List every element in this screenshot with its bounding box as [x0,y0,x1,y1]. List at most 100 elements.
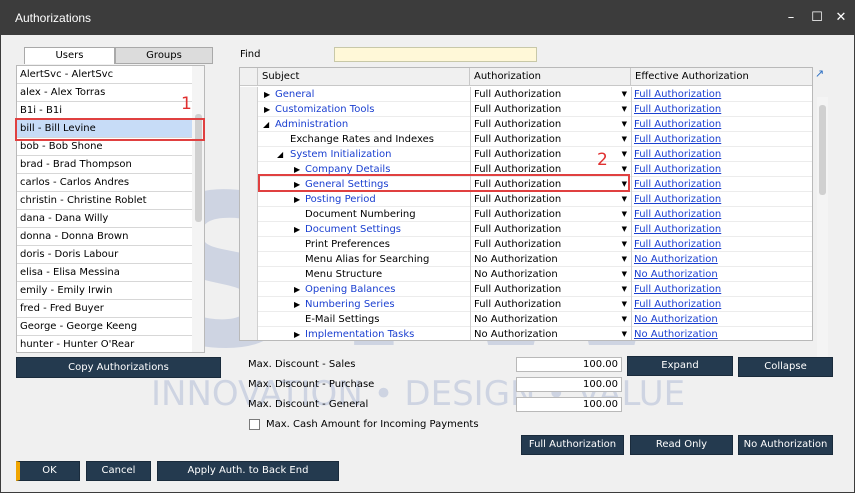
table-row[interactable]: Menu Structure No Authorization ▼ No Auth… [240,267,812,282]
effective-authorization-link[interactable]: Full Authorization [631,282,811,297]
effective-authorization-link[interactable]: Full Authorization [631,117,811,132]
max-cash-checkbox[interactable] [249,419,260,430]
authorization-grid: Subject Authorization Effective Authoriz… [239,67,813,341]
authorization-dropdown[interactable]: Full Authorization ▼ [470,222,630,237]
list-item[interactable]: doris - Doris Labour [17,246,204,264]
table-row[interactable]: Print Preferences Full Authorization ▼ Fu… [240,237,812,252]
dropdown-arrow-icon: ▼ [621,120,627,128]
list-item[interactable]: George - George Keeng [17,318,204,336]
list-item[interactable]: brad - Brad Thompson [17,156,204,174]
no-authorization-button[interactable]: No Authorization [738,435,833,455]
find-input[interactable] [334,47,537,62]
ok-button[interactable]: OK [16,461,80,481]
effective-authorization-link[interactable]: Full Authorization [631,207,811,222]
effective-authorization-link[interactable]: No Authorization [631,252,811,267]
effective-authorization-link[interactable]: No Authorization [631,327,811,340]
title-bar: Authorizations – ☐ ✕ [1,1,854,35]
authorization-dropdown[interactable]: Full Authorization ▼ [470,87,630,102]
table-row[interactable]: ◢ System Initialization Full Authorizati… [240,147,812,162]
maximize-icon[interactable]: ☐ [808,9,826,27]
table-row[interactable]: ▶ General Full Authorization ▼ Full Autho… [240,87,812,102]
list-item[interactable]: emily - Emily Irwin [17,282,204,300]
list-item[interactable]: donna - Donna Brown [17,228,204,246]
max-discount-purchase-field[interactable]: 100.00 [516,377,622,392]
collapse-arrow-icon[interactable]: ◢ [277,147,283,162]
apply-auth-back-end-button[interactable]: Apply Auth. to Back End [157,461,339,481]
cancel-button[interactable]: Cancel [86,461,151,481]
list-item[interactable]: elisa - Elisa Messina [17,264,204,282]
dropdown-arrow-icon: ▼ [621,195,627,203]
max-discount-general-label: Max. Discount - General [248,399,369,410]
table-row[interactable]: ▶ Posting Period Full Authorization ▼ Ful… [240,192,812,207]
authorization-dropdown[interactable]: No Authorization ▼ [470,312,630,327]
effective-authorization-link[interactable]: Full Authorization [631,222,811,237]
column-header-authorization[interactable]: Authorization [470,68,631,86]
expand-arrow-icon[interactable]: ▶ [294,222,300,237]
expand-arrow-icon[interactable]: ▶ [294,192,300,207]
column-header-subject[interactable]: Subject [258,68,470,86]
expand-arrow-icon[interactable]: ▶ [294,297,300,312]
authorization-dropdown[interactable]: Full Authorization ▼ [470,192,630,207]
authorization-dropdown[interactable]: Full Authorization ▼ [470,282,630,297]
authorization-dropdown[interactable]: No Authorization ▼ [470,327,630,340]
grid-corner [240,68,258,86]
table-row[interactable]: ▶ Opening Balances Full Authorization ▼ F… [240,282,812,297]
table-row[interactable]: Document Numbering Full Authorization ▼ F… [240,207,812,222]
authorization-dropdown[interactable]: Full Authorization ▼ [470,102,630,117]
grid-scrollbar[interactable] [817,97,828,369]
list-item[interactable]: hunter - Hunter O'Rear [17,336,204,352]
effective-authorization-link[interactable]: Full Authorization [631,192,811,207]
scrollbar-thumb[interactable] [819,105,826,195]
table-row[interactable]: ▶ Customization Tools Full Authorization… [240,102,812,117]
effective-authorization-link[interactable]: Full Authorization [631,177,811,192]
read-only-button[interactable]: Read Only [630,435,733,455]
authorization-dropdown[interactable]: Full Authorization ▼ [470,237,630,252]
table-row[interactable]: ◢ Administration Full Authorization ▼ Ful… [240,117,812,132]
close-icon[interactable]: ✕ [832,9,850,27]
table-row[interactable]: ▶ Implementation Tasks No Authorization ▼… [240,327,812,340]
copy-authorizations-button[interactable]: Copy Authorizations [16,357,221,378]
effective-authorization-link[interactable]: Full Authorization [631,102,811,117]
table-row[interactable]: E-Mail Settings No Authorization ▼ No Aut… [240,312,812,327]
list-item[interactable]: fred - Fred Buyer [17,300,204,318]
authorization-dropdown[interactable]: No Authorization ▼ [470,252,630,267]
expand-window-icon[interactable]: ↗ [813,67,826,80]
expand-button[interactable]: Expand [627,356,733,376]
table-row[interactable]: ▶ Document Settings Full Authorization ▼ … [240,222,812,237]
max-discount-general-field[interactable]: 100.00 [516,397,622,412]
table-row[interactable]: ▶ Numbering Series Full Authorization ▼ F… [240,297,812,312]
expand-arrow-icon[interactable]: ▶ [294,282,300,297]
effective-authorization-link[interactable]: Full Authorization [631,132,811,147]
authorization-dropdown[interactable]: Full Authorization ▼ [470,207,630,222]
effective-authorization-link[interactable]: No Authorization [631,267,811,282]
authorization-dropdown[interactable]: Full Authorization ▼ [470,297,630,312]
column-header-effective[interactable]: Effective Authorization [631,68,812,86]
effective-authorization-link[interactable]: Full Authorization [631,87,811,102]
effective-authorization-link[interactable]: Full Authorization [631,237,811,252]
list-item[interactable]: christin - Christine Roblet [17,192,204,210]
expand-arrow-icon[interactable]: ▶ [294,327,300,340]
list-item[interactable]: AlertSvc - AlertSvc [17,66,204,84]
tab-users[interactable]: Users [24,47,115,64]
collapse-button[interactable]: Collapse [738,357,833,377]
effective-authorization-link[interactable]: No Authorization [631,312,811,327]
list-item[interactable]: alex - Alex Torras [17,84,204,102]
table-row[interactable]: Menu Alias for Searching No Authorizatio… [240,252,812,267]
max-discount-sales-field[interactable]: 100.00 [516,357,622,372]
authorization-dropdown[interactable]: No Authorization ▼ [470,267,630,282]
expand-arrow-icon[interactable]: ▶ [264,87,270,102]
effective-authorization-link[interactable]: Full Authorization [631,147,811,162]
authorization-dropdown[interactable]: Full Authorization ▼ [470,117,630,132]
tab-groups[interactable]: Groups [115,47,213,64]
list-item[interactable]: carlos - Carlos Andres [17,174,204,192]
authorization-dropdown[interactable]: Full Authorization ▼ [470,132,630,147]
collapse-arrow-icon[interactable]: ◢ [263,117,269,132]
table-row[interactable]: Exchange Rates and Indexes Full Authoriz… [240,132,812,147]
expand-arrow-icon[interactable]: ▶ [264,102,270,117]
list-item[interactable]: dana - Dana Willy [17,210,204,228]
user-list-scrollbar[interactable] [192,66,204,352]
effective-authorization-link[interactable]: Full Authorization [631,297,811,312]
minimize-icon[interactable]: – [782,9,800,27]
full-authorization-button[interactable]: Full Authorization [521,435,624,455]
effective-authorization-link[interactable]: Full Authorization [631,162,811,177]
